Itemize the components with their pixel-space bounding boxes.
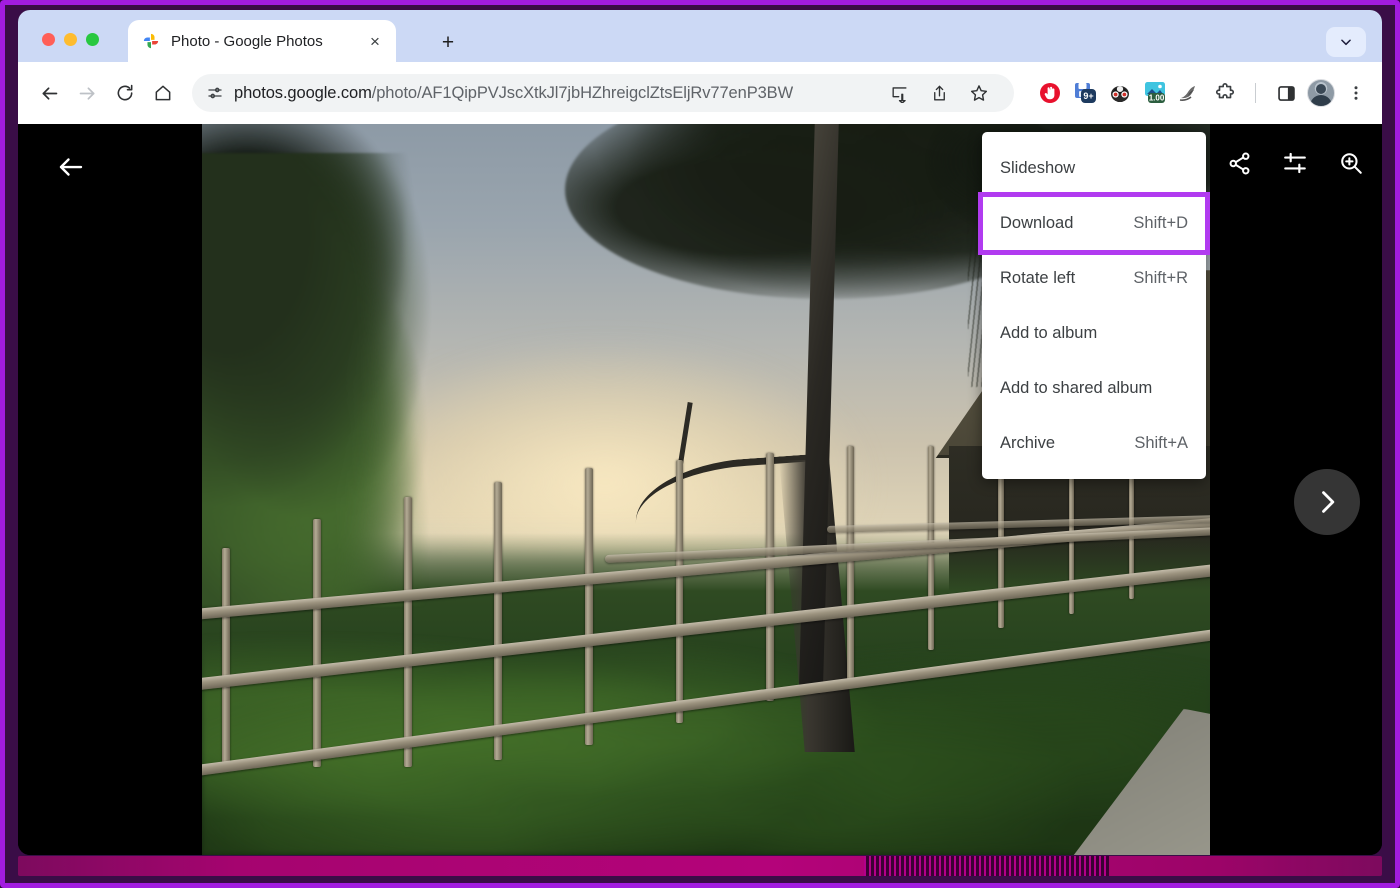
menu-item-shortcut: Shift+D: [1133, 214, 1188, 232]
extensions-puzzle-icon[interactable]: [1211, 79, 1239, 107]
minimize-window-button[interactable]: [64, 33, 77, 46]
url-path: /photo/AF1QipPVJscXtkJl7jbHZhreigclZtsEl…: [371, 83, 794, 102]
menu-item-shortcut: Shift+R: [1133, 269, 1188, 287]
photo-action-toolbar: [1222, 146, 1368, 180]
browser-toolbar: photos.google.com/photo/AF1QipPVJscXtkJl…: [18, 62, 1382, 124]
toolbar-divider: [1255, 83, 1256, 103]
photo-viewer: Slideshow Download Shift+D Rotate left S…: [18, 124, 1382, 855]
privacy-badger-extension-icon[interactable]: [1106, 79, 1134, 107]
menu-item-add-to-shared-album[interactable]: Add to shared album: [982, 361, 1206, 416]
menu-item-label: Add to shared album: [1000, 379, 1153, 397]
share-icon[interactable]: [1222, 146, 1256, 180]
grammar-extension-icon[interactable]: [1176, 79, 1204, 107]
star-icon[interactable]: [960, 74, 998, 112]
next-photo-button[interactable]: [1294, 469, 1360, 535]
menu-item-label: Slideshow: [1000, 159, 1076, 177]
home-icon[interactable]: [144, 74, 182, 112]
back-arrow-icon[interactable]: [30, 74, 68, 112]
chevron-down-icon[interactable]: [1326, 27, 1366, 57]
url-text: photos.google.com/photo/AF1QipPVJscXtkJl…: [234, 84, 793, 103]
menu-item-label: Download: [1000, 214, 1074, 232]
close-tab-button[interactable]: ×: [364, 30, 386, 52]
svg-text:1.00: 1.00: [1149, 93, 1165, 102]
url-host: photos.google.com: [234, 83, 372, 102]
three-dot-menu-icon[interactable]: [1342, 79, 1370, 107]
menu-item-label: Rotate left: [1000, 269, 1076, 287]
tab-strip: Photo - Google Photos × +: [18, 10, 1382, 62]
profile-avatar[interactable]: [1307, 79, 1335, 107]
menu-item-label: Archive: [1000, 434, 1056, 452]
adblock-extension-icon[interactable]: [1036, 79, 1064, 107]
menu-item-add-to-album[interactable]: Add to album: [982, 306, 1206, 361]
menu-item-label: Add to album: [1000, 324, 1098, 342]
menu-item-shortcut: Shift+A: [1134, 434, 1188, 452]
menu-item-slideshow[interactable]: Slideshow: [982, 141, 1206, 196]
side-panel-icon[interactable]: [1272, 79, 1300, 107]
tab-title: Photo - Google Photos: [171, 32, 323, 50]
reload-icon[interactable]: [106, 74, 144, 112]
notes-extension-icon[interactable]: 9+: [1071, 79, 1099, 107]
site-settings-icon[interactable]: [206, 84, 224, 102]
omnibox-actions: [880, 74, 998, 112]
bottom-status-strip: [18, 856, 1382, 876]
extensions-area: 9+ 1.00: [1036, 79, 1370, 107]
photo-options-menu: Slideshow Download Shift+D Rotate left S…: [978, 132, 1210, 479]
edit-tune-icon[interactable]: [1278, 146, 1312, 180]
browser-window: Photo - Google Photos × + photos.google.…: [18, 10, 1382, 855]
new-tab-button[interactable]: +: [431, 28, 465, 58]
browser-tab[interactable]: Photo - Google Photos ×: [128, 20, 396, 62]
window-controls: [42, 33, 99, 46]
share-icon[interactable]: [920, 74, 958, 112]
forward-arrow-icon[interactable]: [68, 74, 106, 112]
zoom-in-icon[interactable]: [1334, 146, 1368, 180]
screenshot-extension-icon[interactable]: 1.00: [1141, 79, 1169, 107]
menu-item-rotate-left[interactable]: Rotate left Shift+R: [982, 251, 1206, 306]
address-bar[interactable]: photos.google.com/photo/AF1QipPVJscXtkJl…: [192, 74, 1014, 112]
google-photos-pinwheel-icon: [142, 32, 160, 50]
install-app-icon[interactable]: [880, 74, 918, 112]
maximize-window-button[interactable]: [86, 33, 99, 46]
menu-item-download[interactable]: Download Shift+D: [978, 192, 1210, 255]
menu-item-archive[interactable]: Archive Shift+A: [982, 416, 1206, 471]
viewer-back-button[interactable]: [46, 142, 96, 192]
svg-text:9+: 9+: [1083, 91, 1093, 101]
close-window-button[interactable]: [42, 33, 55, 46]
annotation-frame: Photo - Google Photos × + photos.google.…: [0, 0, 1400, 888]
